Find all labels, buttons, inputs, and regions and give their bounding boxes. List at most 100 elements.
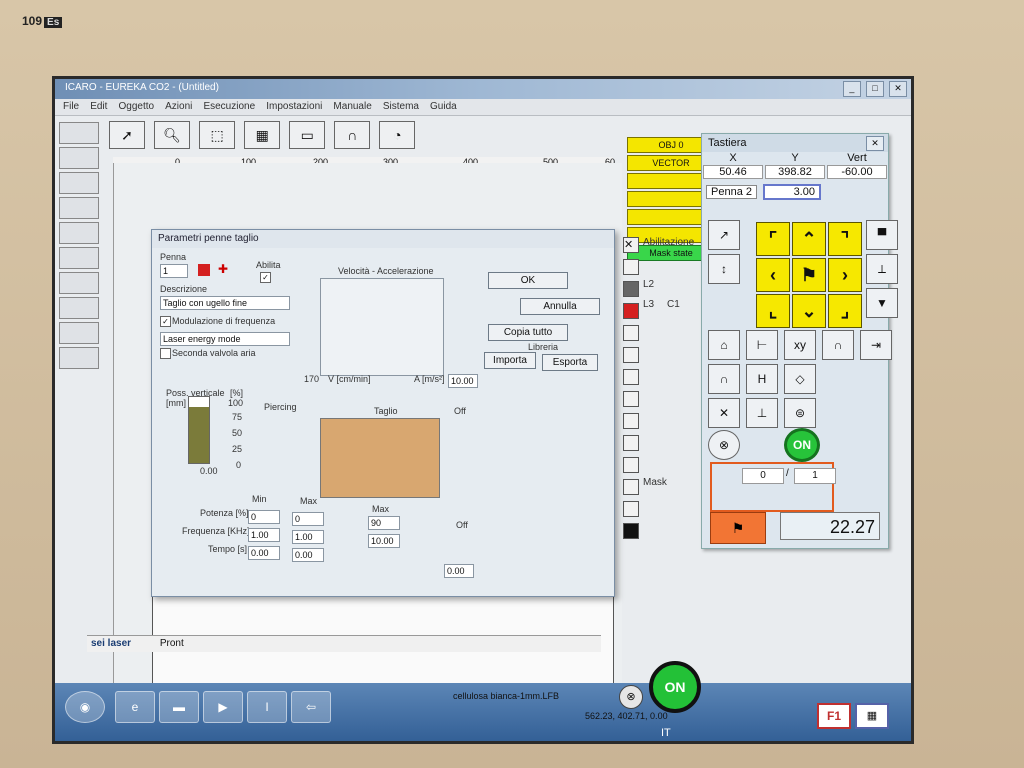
menu-esecuzione[interactable]: Esecuzione [203, 99, 255, 115]
h-icon[interactable]: H [746, 364, 778, 394]
close-icon[interactable]: ✕ [866, 136, 884, 151]
menu-oggetto[interactable]: Oggetto [118, 99, 154, 115]
layer-swatch[interactable] [623, 281, 639, 297]
jog-up-right-icon[interactable]: ⌝ [828, 222, 862, 256]
frequenza-min[interactable]: 1.00 [248, 528, 280, 542]
origin-icon[interactable]: ⊢ [746, 330, 778, 360]
a-value[interactable]: 10.00 [448, 374, 478, 388]
lang-indicator[interactable]: IT [661, 727, 671, 739]
layer-swatch[interactable] [623, 479, 639, 495]
xy-icon[interactable]: xy [784, 330, 816, 360]
main-on-button[interactable]: ON [649, 661, 701, 713]
jog-left-icon[interactable]: ‹ [756, 258, 790, 292]
tool-icon[interactable] [59, 222, 99, 244]
layer-swatch[interactable] [623, 369, 639, 385]
jog-right-icon[interactable]: › [828, 258, 862, 292]
frequenza-taglio[interactable]: 10.00 [368, 534, 400, 548]
tool-icon[interactable] [59, 272, 99, 294]
seconda-checkbox[interactable] [160, 348, 171, 359]
jog-down-left-icon[interactable]: ⌞ [756, 294, 790, 328]
folder-icon[interactable]: ▬ [159, 691, 199, 723]
on-button[interactable]: ON [784, 428, 820, 462]
layer-swatch[interactable] [623, 391, 639, 407]
jog-up-icon[interactable]: ⌃ [792, 222, 826, 256]
app-icon[interactable]: I [247, 691, 287, 723]
copia-tutto-button[interactable]: Copia tutto [488, 324, 568, 341]
media-icon[interactable]: ▶ [203, 691, 243, 723]
frequenza-max[interactable]: 1.00 [292, 530, 324, 544]
jog-up-left-icon[interactable]: ⌜ [756, 222, 790, 256]
annulla-button[interactable]: Annulla [520, 298, 600, 315]
menu-sistema[interactable]: Sistema [383, 99, 419, 115]
menu-manuale[interactable]: Manuale [333, 99, 371, 115]
height-icon[interactable]: ⟂ [866, 254, 898, 284]
rectangle-icon[interactable]: ▭ [289, 121, 326, 149]
pen-select[interactable]: Penna 2 [706, 185, 757, 199]
descrizione-input[interactable]: Taglio con ugello fine [160, 296, 290, 310]
ruler-icon[interactable]: ⇥ [860, 330, 892, 360]
magnet-icon[interactable]: ∩ [822, 330, 854, 360]
jog-run-icon[interactable]: ⚑ [792, 258, 826, 292]
close-icon[interactable]: ✕ [889, 81, 907, 97]
layer-swatch-red[interactable] [623, 303, 639, 319]
tempo-max[interactable]: 0.00 [292, 548, 324, 562]
layer-swatch[interactable] [623, 413, 639, 429]
pointer-icon[interactable]: ➚ [109, 121, 145, 149]
tool-icon[interactable] [59, 197, 99, 219]
laser-head-icon[interactable]: ▀ [866, 220, 898, 250]
menu-impostazioni[interactable]: Impostazioni [266, 99, 322, 115]
back-icon[interactable]: ⇦ [291, 691, 331, 723]
menu-edit[interactable]: Edit [90, 99, 107, 115]
zoom-icon[interactable]: 🔍︎ [154, 121, 191, 149]
layer-swatch[interactable] [623, 347, 639, 363]
nozzle-icon[interactable]: ⊥ [746, 398, 778, 428]
pen-value[interactable]: 3.00 [762, 184, 821, 200]
tempo-min[interactable]: 0.00 [248, 546, 280, 560]
tool-icon[interactable] [59, 297, 99, 319]
potenza-min[interactable]: 0 [248, 510, 280, 524]
potenza-taglio[interactable]: 90 [368, 516, 400, 530]
pen-color-swatch[interactable] [198, 264, 210, 276]
green-tool-icon[interactable]: ↗ [708, 220, 740, 250]
layer-swatch[interactable] [623, 259, 639, 275]
jog-down-right-icon[interactable]: ⌟ [828, 294, 862, 328]
mask-swatch[interactable] [623, 523, 639, 539]
off-number[interactable]: 0.00 [444, 564, 474, 578]
penna-input[interactable]: 1 [160, 264, 188, 278]
fan-icon[interactable]: ⊗ [619, 685, 643, 709]
plane-icon[interactable]: ◇ [784, 364, 816, 394]
magnet2-icon[interactable]: ∩ [708, 364, 740, 394]
esporta-button[interactable]: Esporta [542, 354, 598, 371]
potenza-max[interactable]: 0 [292, 512, 324, 526]
vertical-axis-icon[interactable]: ↕ [708, 254, 740, 284]
f1-help-icon[interactable]: F1 [817, 703, 851, 729]
jog-down-icon[interactable]: ⌄ [792, 294, 826, 328]
laser-mode-select[interactable]: Laser energy mode [160, 332, 290, 346]
modulazione-checkbox[interactable]: ✓ [160, 316, 171, 327]
minimize-icon[interactable]: _ [842, 81, 861, 97]
layer-swatch[interactable] [623, 457, 639, 473]
tool-icon[interactable] [59, 172, 99, 194]
cross-icon[interactable]: ✕ [708, 398, 740, 428]
start-icon[interactable]: ◉ [65, 691, 105, 723]
abilita-checkbox[interactable]: ✓ [260, 272, 271, 283]
magnet-icon[interactable]: ∩ [334, 121, 371, 149]
grid-icon[interactable]: ▦ [855, 703, 889, 729]
menu-azioni[interactable]: Azioni [165, 99, 192, 115]
tool-icon[interactable] [59, 247, 99, 269]
menu-guida[interactable]: Guida [430, 99, 457, 115]
tool-icon[interactable] [59, 122, 99, 144]
tool-icon[interactable] [59, 147, 99, 169]
head-down-icon[interactable]: ▼ [866, 288, 898, 318]
pie-icon[interactable]: ◔ [379, 121, 416, 149]
select-area-icon[interactable]: ⬚ [199, 121, 236, 149]
menu-file[interactable]: File [63, 99, 79, 115]
maximize-icon[interactable]: □ [865, 81, 884, 97]
layer-swatch[interactable] [623, 501, 639, 517]
start-flag-button[interactable]: ⚑ [710, 512, 766, 544]
layer-swatch[interactable] [623, 435, 639, 451]
abilitazione-toggle[interactable]: ✕ [623, 237, 639, 253]
ie-icon[interactable]: e [115, 691, 155, 723]
home-icon[interactable]: ⌂ [708, 330, 740, 360]
ok-button[interactable]: OK [488, 272, 568, 289]
